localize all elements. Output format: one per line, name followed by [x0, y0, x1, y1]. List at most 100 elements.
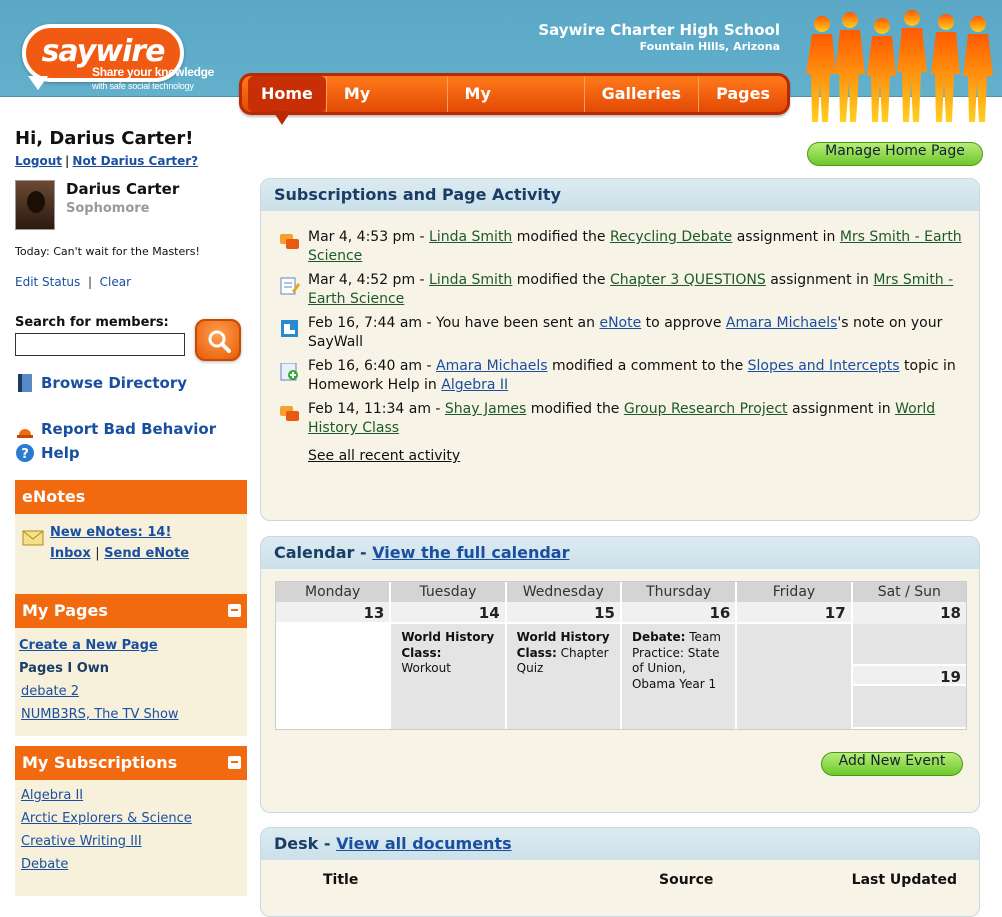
column-last-updated[interactable]: Last Updated	[852, 872, 957, 888]
browse-directory-link[interactable]: Browse Directory	[15, 373, 247, 393]
activity-place-link[interactable]: Algebra II	[441, 377, 508, 393]
not-user-link[interactable]: Not Darius Carter?	[72, 154, 198, 168]
search-button[interactable]	[195, 319, 241, 361]
view-full-calendar-link[interactable]: View the full calendar	[372, 543, 569, 562]
day-number: 17	[737, 602, 851, 624]
desk-header: Desk - View all documents	[261, 828, 979, 860]
tagline-line2: with safe social technology	[92, 81, 194, 91]
owned-page-link[interactable]: debate 2	[19, 680, 243, 703]
subscription-link[interactable]: Creative Writing III	[21, 830, 241, 853]
calendar-day-cell[interactable]: 13	[276, 602, 390, 729]
my-subscriptions-title: My Subscriptions	[22, 753, 178, 772]
calendar-day-cell[interactable]: 14 World History Class: Workout	[389, 602, 505, 729]
activity-target-link[interactable]: eNote	[599, 315, 641, 331]
see-all-row: See all recent activity	[261, 448, 979, 464]
help-icon: ?	[16, 444, 34, 462]
magnifier-icon	[208, 330, 231, 353]
day-number: 13	[276, 602, 390, 624]
nav-pages[interactable]: Pages	[698, 76, 787, 112]
calendar-event[interactable]: World History Class: Chapter Quiz	[507, 624, 620, 677]
calendar-day-cell[interactable]: 15 World History Class: Chapter Quiz	[504, 602, 620, 729]
main-nav: Home My Profile My Network Galleries Pag…	[239, 73, 790, 139]
school-location: Fountain Hills, Arizona	[639, 40, 780, 53]
comment-icon	[280, 406, 299, 421]
activity-text: modified the	[512, 229, 610, 245]
day-number: 16	[621, 602, 736, 624]
send-enote-link[interactable]: Send eNote	[104, 546, 189, 561]
calendar-day-cell[interactable]: 17	[735, 602, 851, 729]
my-pages-body: Create a New Page Pages I Own debate 2 N…	[15, 628, 247, 736]
activity-user-link[interactable]: Amara Michaels	[436, 358, 548, 374]
see-all-activity-link[interactable]: See all recent activity	[308, 448, 460, 464]
activity-title: Subscriptions and Page Activity	[261, 179, 979, 211]
inbox-link[interactable]: Inbox	[50, 546, 91, 561]
activity-list: Mar 4, 4:53 pm - Linda Smith modified th…	[261, 211, 979, 464]
search-members-input[interactable]	[15, 333, 185, 356]
desk-box: Desk - View all documents Title Source L…	[260, 827, 980, 917]
auth-links: Logout | Not Darius Carter?	[15, 154, 247, 168]
nav-galleries[interactable]: Galleries	[583, 76, 699, 112]
create-page-link[interactable]: Create a New Page	[19, 634, 243, 657]
activity-target-link[interactable]: Recycling Debate	[610, 229, 732, 245]
activity-item: Mar 4, 4:52 pm - Linda Smith modified th…	[261, 271, 979, 309]
calendar-week-row: 13 14 World History Class: Workout 15 Wo…	[276, 602, 966, 729]
activity-place-link[interactable]: Amara Michaels	[726, 315, 838, 331]
collapse-icon[interactable]	[228, 756, 241, 769]
my-subscriptions-panel: My Subscriptions Algebra II Arctic Explo…	[15, 746, 247, 896]
activity-box: Subscriptions and Page Activity Mar 4, 4…	[260, 178, 980, 521]
calendar-event[interactable]: World History Class: Workout	[391, 624, 504, 677]
subscription-link[interactable]: Algebra II	[21, 784, 241, 807]
activity-target-link[interactable]: Slopes and Intercepts	[748, 358, 900, 374]
nav-home[interactable]: Home	[248, 76, 326, 112]
students-silhouette-icon	[806, 10, 993, 122]
activity-target-link[interactable]: Chapter 3 QUESTIONS	[610, 272, 766, 288]
nav-my-profile[interactable]: My Profile	[325, 76, 447, 139]
day-number: 14	[391, 602, 505, 624]
new-enotes-link[interactable]: New eNotes: 14!	[50, 524, 247, 542]
school-info: Saywire Charter High School Fountain Hil…	[538, 21, 780, 53]
logout-link[interactable]: Logout	[15, 154, 62, 168]
profile-grade: Sophomore	[66, 201, 150, 216]
avatar[interactable]	[15, 180, 55, 230]
left-sidebar: Hi, Darius Carter! Logout | Not Darius Car…	[15, 128, 247, 896]
activity-time: Feb 16, 6:40 am -	[308, 358, 437, 374]
manage-home-page-button[interactable]: Manage Home Page	[807, 142, 983, 166]
edit-icon	[280, 277, 300, 295]
activity-item: Mar 4, 4:53 pm - Linda Smith modified th…	[261, 228, 979, 266]
edit-status-link[interactable]: Edit Status	[15, 275, 80, 289]
my-pages-title: My Pages	[22, 601, 108, 620]
calendar-event[interactable]: Debate: Team Practice: State of Union, O…	[622, 624, 735, 692]
add-new-event-button[interactable]: Add New Event	[821, 752, 963, 776]
activity-target-link[interactable]: Group Research Project	[624, 401, 788, 417]
my-pages-panel: My Pages Create a New Page Pages I Own d…	[15, 594, 247, 736]
nav-my-network[interactable]: My Network	[446, 76, 584, 139]
activity-user-link[interactable]: Linda Smith	[429, 229, 512, 245]
profile-card: Darius Carter Sophomore	[15, 180, 247, 235]
clear-status-link[interactable]: Clear	[100, 275, 131, 289]
report-bad-behavior-label: Report Bad Behavior	[41, 420, 217, 438]
activity-text: to approve	[641, 315, 726, 331]
help-link[interactable]: ? Help	[15, 443, 247, 463]
calendar-day-cell[interactable]: 16 Debate: Team Practice: State of Union…	[619, 602, 736, 729]
separator: |	[65, 154, 70, 168]
my-subscriptions-body: Algebra II Arctic Explorers & Science Cr…	[15, 780, 247, 896]
day-number: 15	[506, 602, 620, 624]
day-number: 18	[852, 602, 966, 624]
view-all-documents-link[interactable]: View all documents	[336, 834, 512, 853]
activity-time: Mar 4, 4:52 pm -	[308, 272, 430, 288]
help-label: Help	[41, 444, 80, 462]
day-number: 19	[852, 664, 966, 686]
subscription-link[interactable]: Debate	[21, 853, 241, 876]
activity-text: modified the	[512, 272, 610, 288]
report-bad-behavior-link[interactable]: Report Bad Behavior	[15, 419, 247, 439]
subscription-link[interactable]: Arctic Explorers & Science	[21, 807, 241, 830]
column-title[interactable]: Title	[323, 872, 358, 888]
column-source[interactable]: Source	[659, 872, 713, 888]
day-header-monday: Monday	[305, 584, 361, 600]
collapse-icon[interactable]	[228, 604, 241, 617]
owned-page-link[interactable]: NUMB3RS, The TV Show	[19, 703, 243, 726]
add-topic-icon	[280, 363, 298, 381]
activity-user-link[interactable]: Linda Smith	[429, 272, 512, 288]
calendar-weekend-cell[interactable]: 18 19	[850, 602, 966, 729]
activity-user-link[interactable]: Shay James	[445, 401, 526, 417]
